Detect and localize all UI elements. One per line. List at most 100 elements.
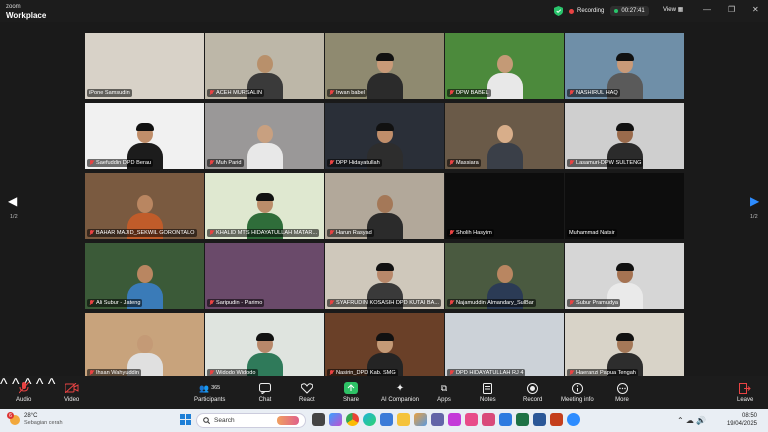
audio-options-chevron-icon[interactable]: ^	[0, 376, 8, 393]
search-placeholder: Search	[214, 417, 235, 424]
paint-icon[interactable]	[414, 413, 427, 426]
participant-name: NASHIRUL HAQ	[576, 90, 618, 96]
mic-muted-icon	[449, 90, 454, 96]
app-icon-purple[interactable]	[448, 413, 461, 426]
video-button[interactable]: Video	[64, 382, 79, 403]
participant-tile[interactable]: DPD HIDAYATULLAH RJ 4	[445, 313, 564, 379]
participant-name-label: iPone Samsudin	[87, 89, 132, 97]
teams-icon[interactable]	[431, 413, 444, 426]
participant-tile[interactable]: ACEH MURSALIN	[205, 33, 324, 99]
participant-name-label: Najamuddin Almandary_SulBar	[447, 299, 536, 307]
next-page-arrow-icon[interactable]: ▶	[750, 194, 759, 208]
mic-muted-icon	[89, 230, 94, 236]
share-button[interactable]: Share	[343, 382, 359, 403]
participant-tile[interactable]: Massiara	[445, 103, 564, 169]
participant-tile[interactable]: DPW BABEL	[445, 33, 564, 99]
participant-tile[interactable]: Haeranzi Papua Tengah	[565, 313, 684, 379]
weather-temp: 28°C	[24, 413, 38, 419]
participant-name-label: Subur Pramudya	[567, 299, 620, 307]
notes-icon	[481, 382, 495, 394]
weather-widget[interactable]: 6 28°C Sebagian cerah	[7, 412, 63, 427]
audio-button[interactable]: Audio	[16, 382, 31, 403]
record-button[interactable]: Record	[523, 382, 542, 403]
app-icon-pink[interactable]	[465, 413, 478, 426]
system-tray-icons[interactable]: ⌃ ☁ 🔊	[677, 416, 706, 425]
more-button[interactable]: More	[615, 382, 629, 403]
participant-name-label: DPW BABEL	[447, 89, 491, 97]
app-icon-blue[interactable]	[499, 413, 512, 426]
participants-label: Participants	[194, 397, 226, 403]
view-button[interactable]: View ▦	[663, 6, 683, 13]
participant-tile[interactable]: Sholih Hasyim	[445, 173, 564, 239]
participant-tile[interactable]: Widodo Widodo	[205, 313, 324, 379]
participant-tile[interactable]: Muh Parid	[205, 103, 324, 169]
participant-name: iPone Samsudin	[89, 90, 130, 96]
participant-name: Sholih Hasyim	[456, 230, 492, 236]
chat-button[interactable]: Chat	[258, 382, 272, 403]
participant-tile[interactable]: Najamuddin Almandary_SulBar	[445, 243, 564, 309]
weather-condition: Sebagian cerah	[24, 420, 63, 426]
participant-name: DPW BABEL	[456, 90, 489, 96]
participant-tile[interactable]: Subur Pramudya	[565, 243, 684, 309]
copilot-icon[interactable]	[329, 413, 342, 426]
apps-button[interactable]: ⧉ Apps	[437, 382, 451, 404]
shield-icon[interactable]	[554, 6, 563, 16]
ai-companion-button[interactable]: ✦ AI Companion	[381, 382, 419, 404]
leave-icon	[738, 382, 752, 394]
share-label: Share	[343, 397, 360, 403]
participant-name-label: Lasamuri-DPW SULTENG	[567, 159, 644, 167]
notes-button[interactable]: Notes	[480, 382, 496, 403]
close-icon[interactable]: ✕	[752, 5, 759, 14]
participant-tile[interactable]: Muhammad Natsir	[565, 173, 684, 239]
participant-tile[interactable]: NASHIRUL HAQ	[565, 33, 684, 99]
restore-icon[interactable]: ❐	[728, 5, 735, 14]
edge-icon[interactable]	[363, 413, 376, 426]
minimize-icon[interactable]: —	[703, 5, 711, 14]
participant-tile[interactable]: Ihsan Wahyuddin	[85, 313, 204, 379]
participant-tile[interactable]: Saefuddin DPD Berau	[85, 103, 204, 169]
leave-button[interactable]: Leave	[737, 382, 753, 403]
recording-indicator[interactable]: Recording	[569, 8, 604, 14]
participant-tile[interactable]: KHALID MTS HIDAYATULLAH MATAR...	[205, 173, 324, 239]
react-button[interactable]: React	[299, 382, 315, 403]
participants-button[interactable]: 👥 365 Participants	[194, 382, 226, 404]
react-options-chevron-icon[interactable]: ^	[48, 376, 56, 393]
participant-tile[interactable]: Ali Subur - Jateng	[85, 243, 204, 309]
powerpoint-icon[interactable]	[550, 413, 563, 426]
chrome-icon[interactable]	[346, 413, 359, 426]
word-icon[interactable]	[533, 413, 546, 426]
record-dot-icon	[569, 8, 574, 14]
prev-page-arrow-icon[interactable]: ◀	[8, 194, 17, 208]
chat-label: Chat	[258, 397, 272, 403]
participant-name: Lasamuri-DPW SULTENG	[576, 160, 642, 166]
participant-tile[interactable]: Lasamuri-DPW SULTENG	[565, 103, 684, 169]
taskbar-clock[interactable]: 08:50 19/04/2025	[717, 412, 757, 428]
participant-tile[interactable]: SYAFRUDIN KOSASIH DPD KUTAI BA...	[325, 243, 444, 309]
file-explorer-icon[interactable]	[397, 413, 410, 426]
participant-tile[interactable]: Saripudin - Parimo	[205, 243, 324, 309]
participant-tile[interactable]: Harun Rasyad	[325, 173, 444, 239]
mic-muted-icon	[569, 160, 574, 166]
participant-name: Muhammad Natsir	[569, 230, 615, 236]
excel-icon[interactable]	[516, 413, 529, 426]
task-view-icon[interactable]	[312, 413, 325, 426]
participant-tile[interactable]: Nasirin_DPD Kab. SMG	[325, 313, 444, 379]
taskbar-search[interactable]: Search	[196, 413, 306, 428]
mic-muted-icon	[449, 300, 454, 306]
participant-name: Saefuddin DPD Berau	[96, 160, 152, 166]
participant-name: KHALID MTS HIDAYATULLAH MATAR...	[216, 230, 318, 236]
participant-tile[interactable]: DPP Hidayatullah	[325, 103, 444, 169]
windows-taskbar: 6 28°C Sebagian cerah Search ⌃ ☁ 🔊 08:50…	[0, 409, 768, 432]
snipping-tool-icon[interactable]	[482, 413, 495, 426]
participant-name-label: Sholih Hasyim	[447, 229, 494, 237]
chat-options-chevron-icon[interactable]: ^	[36, 376, 44, 393]
meeting-info-button[interactable]: Meeting info	[561, 382, 594, 403]
participant-tile[interactable]: iPone Samsudin	[85, 33, 204, 99]
zoom-icon[interactable]	[567, 413, 580, 426]
meeting-timer[interactable]: 00:27:41	[610, 6, 649, 16]
participant-tile[interactable]: Irwan babel	[325, 33, 444, 99]
store-icon[interactable]	[380, 413, 393, 426]
windows-start-icon[interactable]	[180, 414, 191, 425]
participant-name-label: DPP Hidayatullah	[327, 159, 382, 167]
participant-tile[interactable]: BAHAR MAJID_SEKWIL GORONTALO	[85, 173, 204, 239]
